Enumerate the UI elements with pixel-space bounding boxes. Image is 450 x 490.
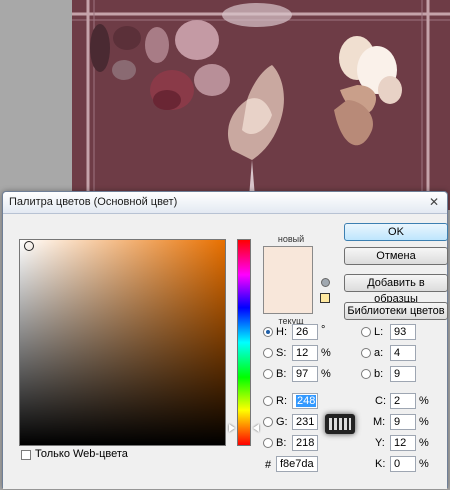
green-label: G: bbox=[276, 416, 288, 428]
out-of-gamut-warning-icon[interactable] bbox=[321, 278, 330, 287]
cancel-button[interactable]: Отмена bbox=[344, 247, 448, 265]
hex-label: # bbox=[265, 459, 272, 471]
black-input[interactable]: 0 bbox=[390, 456, 416, 472]
hue-slider[interactable] bbox=[237, 239, 251, 446]
saturation-label: S: bbox=[276, 347, 287, 359]
lab-l-radio[interactable] bbox=[361, 327, 371, 337]
magenta-input[interactable]: 9 bbox=[390, 414, 416, 430]
black-label: K: bbox=[375, 458, 386, 470]
red-radio[interactable] bbox=[263, 396, 273, 406]
ok-button[interactable]: OK bbox=[344, 223, 448, 241]
websafe-color-swatch[interactable] bbox=[320, 293, 330, 303]
web-colors-only-checkbox[interactable] bbox=[21, 450, 31, 460]
new-color-swatch bbox=[264, 247, 312, 280]
hue-slider-left-arrow-icon[interactable] bbox=[229, 424, 235, 432]
web-colors-only-label[interactable]: Только Web-цвета bbox=[35, 448, 128, 460]
color-libraries-button[interactable]: Библиотеки цветов bbox=[344, 302, 448, 320]
hex-input[interactable]: f8e7da bbox=[276, 456, 318, 472]
new-color-label: новый bbox=[277, 234, 305, 244]
dialog-titlebar[interactable]: Палитра цветов (Основной цвет) ✕ bbox=[3, 192, 447, 214]
brightness-unit: % bbox=[321, 368, 331, 380]
color-swatch bbox=[263, 246, 313, 314]
close-icon[interactable]: ✕ bbox=[429, 195, 439, 209]
lab-b-radio[interactable] bbox=[361, 369, 371, 379]
yellow-input[interactable]: 12 bbox=[390, 435, 416, 451]
saturation-input[interactable]: 12 bbox=[292, 345, 318, 361]
green-input[interactable]: 231 bbox=[292, 414, 318, 430]
magenta-unit: % bbox=[419, 416, 429, 428]
blue-input[interactable]: 218 bbox=[292, 435, 318, 451]
magenta-label: M: bbox=[373, 416, 386, 428]
dialog-title: Палитра цветов (Основной цвет) bbox=[9, 196, 178, 208]
blue-label: B: bbox=[276, 437, 287, 449]
lab-l-input[interactable]: 93 bbox=[390, 324, 416, 340]
lab-a-radio[interactable] bbox=[361, 348, 371, 358]
cyan-input[interactable]: 2 bbox=[390, 393, 416, 409]
red-input[interactable]: 248 bbox=[292, 393, 318, 409]
red-label: R: bbox=[276, 395, 287, 407]
saturation-radio[interactable] bbox=[263, 348, 273, 358]
lab-b-label: b: bbox=[374, 368, 384, 380]
brightness-radio[interactable] bbox=[263, 369, 273, 379]
add-to-swatches-button[interactable]: Добавить в образцы bbox=[344, 274, 448, 305]
hue-slider-right-arrow-icon[interactable] bbox=[253, 424, 259, 432]
keyboard-icon bbox=[325, 414, 355, 434]
green-radio[interactable] bbox=[263, 417, 273, 427]
yellow-label: Y: bbox=[375, 437, 385, 449]
color-picker-dialog: Палитра цветов (Основной цвет) ✕ новый т… bbox=[2, 191, 448, 489]
hue-unit: ° bbox=[321, 324, 326, 336]
current-color-swatch[interactable] bbox=[264, 280, 312, 313]
color-field-marker[interactable] bbox=[24, 241, 34, 251]
brightness-label: B: bbox=[276, 368, 287, 380]
yellow-unit: % bbox=[419, 437, 429, 449]
brightness-input[interactable]: 97 bbox=[292, 366, 318, 382]
lab-a-label: a: bbox=[374, 347, 384, 359]
lab-a-input[interactable]: 4 bbox=[390, 345, 416, 361]
blue-radio[interactable] bbox=[263, 438, 273, 448]
lab-l-label: L: bbox=[374, 326, 384, 338]
hue-radio[interactable] bbox=[263, 327, 273, 337]
saturation-unit: % bbox=[321, 347, 331, 359]
color-field[interactable] bbox=[19, 239, 226, 446]
dialog-body: новый текущ OK Отмена Добавить в образцы… bbox=[3, 214, 448, 489]
hue-label: H: bbox=[276, 326, 287, 338]
lab-b-input[interactable]: 9 bbox=[390, 366, 416, 382]
cyan-unit: % bbox=[419, 395, 429, 407]
red-input-value: 248 bbox=[296, 395, 317, 407]
image-canvas[interactable] bbox=[72, 0, 450, 210]
hue-input[interactable]: 26 bbox=[292, 324, 318, 340]
cyan-label: C: bbox=[375, 395, 386, 407]
black-unit: % bbox=[419, 458, 429, 470]
canvas-artwork bbox=[72, 0, 450, 210]
